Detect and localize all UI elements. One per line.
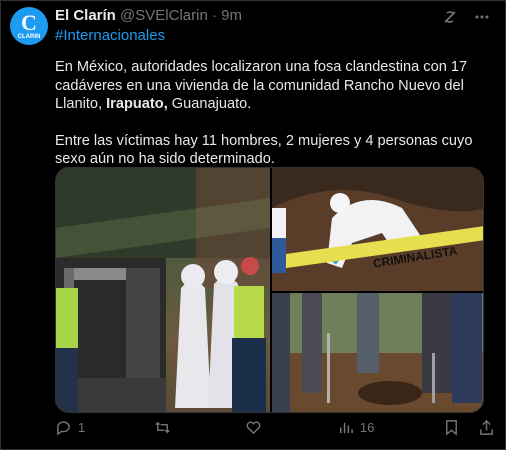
timestamp[interactable]: 9m: [221, 7, 242, 24]
grok-icon[interactable]: [441, 8, 459, 26]
share-icon: [480, 419, 493, 435]
share-button[interactable]: [478, 419, 495, 436]
tweet[interactable]: C CLARIN El Clarín @SVElClarin · 9m #Int…: [0, 0, 506, 450]
retweet-icon: [155, 421, 170, 434]
media-grid: CRIMINALISTA: [55, 167, 484, 413]
more-icon[interactable]: [473, 8, 491, 26]
views-icon: [339, 422, 353, 434]
hashtag-link[interactable]: #Internacionales: [55, 27, 165, 44]
author-name[interactable]: El Clarín: [55, 7, 116, 24]
tweet-paragraph-2: Entre las víctimas hay 11 hombres, 2 muj…: [55, 132, 473, 168]
reply-button[interactable]: 1: [55, 419, 85, 436]
reply-count: 1: [78, 420, 86, 435]
media-photo-3[interactable]: [272, 293, 483, 412]
avatar-letter: C: [21, 10, 37, 35]
retweet-button[interactable]: [154, 419, 177, 436]
media-photo-2[interactable]: CRIMINALISTA: [272, 168, 483, 291]
action-bar: 1 16: [55, 419, 495, 436]
like-icon: [246, 421, 261, 435]
reply-icon: [57, 421, 70, 436]
tweet-header: El Clarín @SVElClarin · 9m: [55, 7, 242, 24]
bold-segment: Irapuato,: [106, 96, 168, 112]
text-segment: Guanajuato.: [167, 96, 252, 112]
separator: ·: [211, 7, 217, 24]
bookmark-button[interactable]: [443, 419, 460, 436]
like-button[interactable]: [245, 419, 268, 436]
top-actions: [441, 8, 491, 26]
avatar-sub: CLARIN: [17, 34, 41, 40]
views-button[interactable]: 16: [337, 419, 374, 436]
author-handle[interactable]: @SVElClarin: [120, 7, 208, 24]
media-photo-1[interactable]: [56, 168, 270, 412]
avatar[interactable]: C CLARIN: [10, 7, 48, 45]
bookmark-icon: [446, 420, 457, 436]
tweet-paragraph-1: En México, autoridades localizaron una f…: [55, 58, 495, 114]
views-count: 16: [359, 420, 375, 435]
right-actions: [443, 419, 495, 436]
